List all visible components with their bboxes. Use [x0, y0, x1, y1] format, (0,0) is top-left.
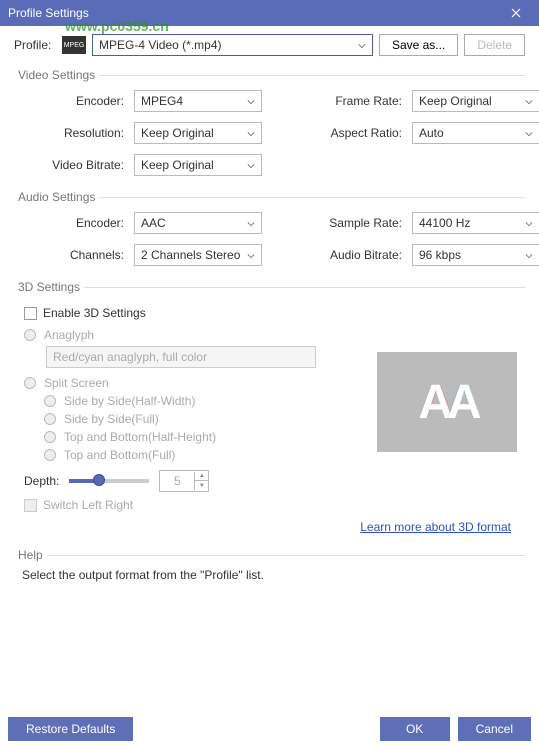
window-title: Profile Settings	[8, 6, 89, 20]
preview-aa-icon: AA	[418, 375, 475, 430]
audio-legend: Audio Settings	[14, 190, 99, 204]
restore-defaults-button[interactable]: Restore Defaults	[8, 717, 133, 741]
help-legend: Help	[14, 548, 47, 562]
aspect-select[interactable]: Auto	[412, 122, 539, 144]
sbs-full-radio	[44, 413, 56, 425]
anaglyph-select: Red/cyan anaglyph, full color	[46, 346, 316, 368]
audio-bitrate-select[interactable]: 96 kbps	[412, 244, 539, 266]
anaglyph-label: Anaglyph	[44, 328, 94, 342]
video-settings-group: Video Settings Encoder: MPEG4 Frame Rate…	[14, 68, 525, 182]
help-text: Select the output format from the "Profi…	[22, 568, 525, 582]
chevron-down-icon	[525, 126, 533, 140]
chevron-down-icon	[247, 248, 255, 262]
aspect-label: Aspect Ratio:	[278, 126, 408, 140]
chevron-down-icon	[247, 158, 255, 172]
audio-encoder-select[interactable]: AAC	[134, 212, 262, 234]
tab-half-radio	[44, 431, 56, 443]
samplerate-label: Sample Rate:	[278, 216, 408, 230]
split-radio	[24, 377, 36, 389]
sbs-half-radio	[44, 395, 56, 407]
chevron-down-icon	[247, 94, 255, 108]
depth-spinner[interactable]: 5 ▲▼	[159, 470, 209, 492]
save-as-button[interactable]: Save as...	[379, 34, 458, 56]
anaglyph-radio	[24, 329, 36, 341]
close-icon	[511, 8, 521, 18]
resolution-label: Resolution:	[20, 126, 130, 140]
switch-lr-checkbox	[24, 499, 37, 512]
profile-value: MPEG-4 Video (*.mp4)	[99, 38, 222, 52]
framerate-select[interactable]: Keep Original	[412, 90, 539, 112]
titlebar: Profile Settings	[0, 0, 539, 26]
channels-select[interactable]: 2 Channels Stereo	[134, 244, 262, 266]
cancel-button[interactable]: Cancel	[458, 717, 531, 741]
framerate-label: Frame Rate:	[278, 94, 408, 108]
bottom-bar: Restore Defaults OK Cancel	[8, 717, 531, 741]
chevron-down-icon	[525, 94, 533, 108]
enable-3d-label: Enable 3D Settings	[43, 306, 146, 320]
3d-preview: AA	[377, 352, 517, 452]
learn-more-link[interactable]: Learn more about 3D format	[360, 520, 511, 534]
slider-thumb[interactable]	[93, 474, 105, 486]
delete-button: Delete	[464, 34, 525, 56]
profile-row: Profile: MPEG MPEG-4 Video (*.mp4) Save …	[14, 34, 525, 56]
samplerate-select[interactable]: 44100 Hz	[412, 212, 539, 234]
chevron-down-icon	[358, 38, 366, 52]
video-encoder-label: Encoder:	[20, 94, 130, 108]
channels-label: Channels:	[20, 248, 130, 262]
video-encoder-select[interactable]: MPEG4	[134, 90, 262, 112]
ok-button[interactable]: OK	[380, 717, 450, 741]
tab-full-label: Top and Bottom(Full)	[64, 448, 175, 462]
video-bitrate-label: Video Bitrate:	[20, 158, 130, 172]
format-icon: MPEG	[62, 36, 86, 54]
chevron-down-icon	[247, 126, 255, 140]
enable-3d-checkbox[interactable]	[24, 307, 37, 320]
help-group: Help Select the output format from the "…	[14, 548, 525, 582]
video-bitrate-select[interactable]: Keep Original	[134, 154, 262, 176]
chevron-down-icon	[525, 248, 533, 262]
split-label: Split Screen	[44, 376, 109, 390]
audio-bitrate-label: Audio Bitrate:	[278, 248, 408, 262]
profile-label: Profile:	[14, 38, 56, 52]
depth-value: 5	[160, 474, 194, 488]
3d-legend: 3D Settings	[14, 280, 84, 294]
close-button[interactable]	[501, 4, 531, 22]
audio-settings-group: Audio Settings Encoder: AAC Sample Rate:…	[14, 190, 525, 272]
spinner-up-icon[interactable]: ▲	[194, 472, 208, 481]
chevron-down-icon	[525, 216, 533, 230]
sbs-full-label: Side by Side(Full)	[64, 412, 159, 426]
video-legend: Video Settings	[14, 68, 99, 82]
tab-full-radio	[44, 449, 56, 461]
sbs-half-label: Side by Side(Half-Width)	[64, 394, 195, 408]
profile-select[interactable]: MPEG-4 Video (*.mp4)	[92, 34, 373, 56]
switch-lr-label: Switch Left Right	[43, 498, 133, 512]
chevron-down-icon	[247, 216, 255, 230]
depth-slider[interactable]	[69, 479, 149, 483]
depth-label: Depth:	[24, 474, 59, 488]
tab-half-label: Top and Bottom(Half-Height)	[64, 430, 216, 444]
spinner-down-icon[interactable]: ▼	[194, 481, 208, 490]
audio-encoder-label: Encoder:	[20, 216, 130, 230]
resolution-select[interactable]: Keep Original	[134, 122, 262, 144]
